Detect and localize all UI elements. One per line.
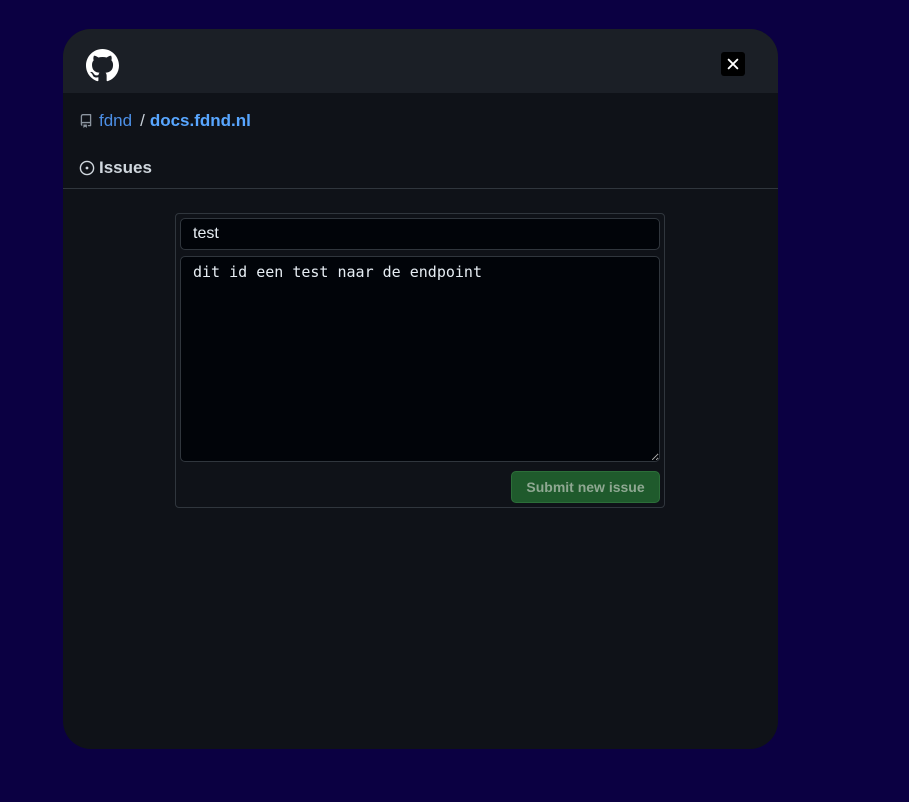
new-issue-form: dit id een test naar de endpoint Submit … — [175, 213, 665, 508]
widget-header — [63, 29, 778, 93]
issue-title-input[interactable] — [180, 218, 660, 250]
issues-heading: Issues — [79, 158, 152, 178]
repo-icon — [80, 114, 92, 128]
breadcrumb-separator: / — [140, 111, 145, 130]
issue-widget: fdnd / docs.fdnd.nl Issues dit id een te… — [63, 29, 778, 749]
issue-opened-icon — [79, 160, 95, 176]
breadcrumb-repo-link[interactable]: docs.fdnd.nl — [150, 111, 251, 131]
submit-issue-button[interactable]: Submit new issue — [511, 471, 660, 503]
close-icon — [727, 58, 739, 70]
close-button[interactable] — [721, 52, 745, 76]
section-divider — [63, 188, 778, 189]
breadcrumb: fdnd / docs.fdnd.nl — [79, 111, 251, 131]
issue-body-textarea[interactable]: dit id een test naar de endpoint — [180, 256, 660, 462]
issues-title: Issues — [99, 158, 152, 177]
github-icon — [86, 49, 119, 82]
breadcrumb-owner-link[interactable]: fdnd — [99, 111, 132, 131]
